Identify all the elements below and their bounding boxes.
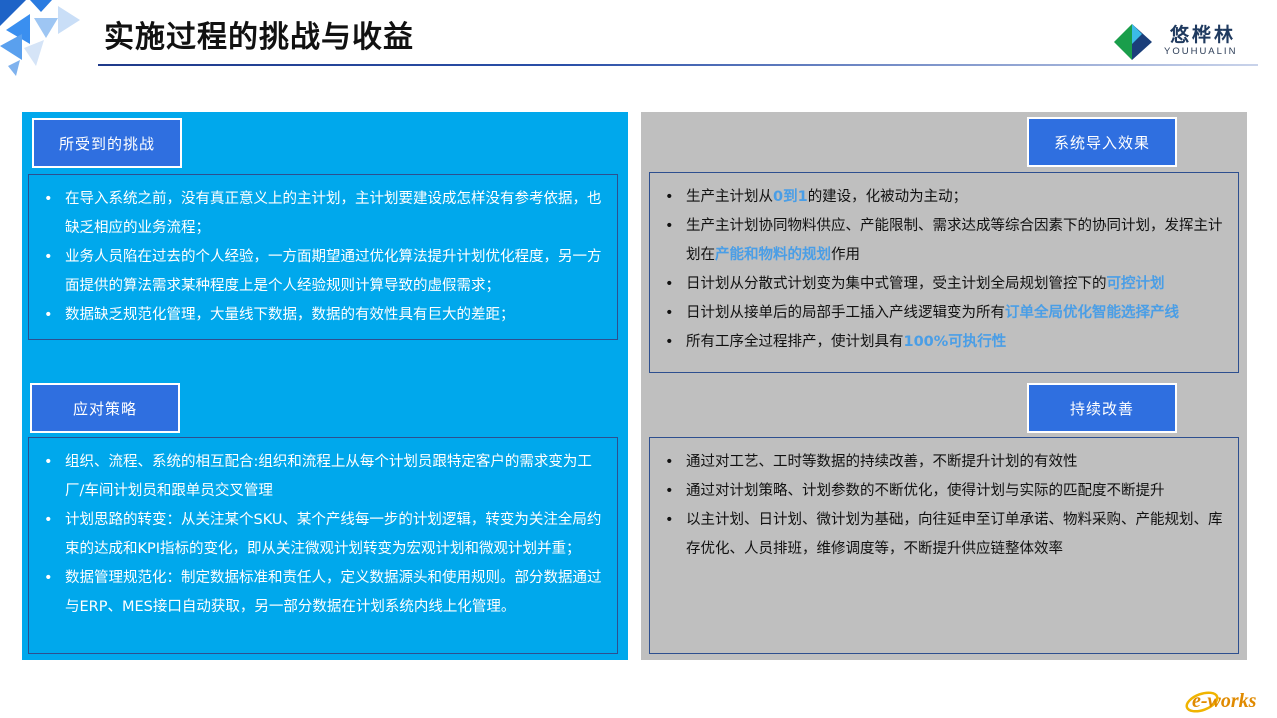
improvement-list: 通过对工艺、工时等数据的持续改善，不断提升计划的有效性 通过对计划策略、计划参数… bbox=[650, 438, 1238, 564]
list-item: 计划思路的转变：从关注某个SKU、某个产线每一步的计划逻辑，转变为关注全局约束的… bbox=[41, 506, 607, 564]
list-item: 生产主计划从0到1的建设，化被动为主动； bbox=[662, 183, 1228, 212]
eworks-logo: e-works bbox=[1185, 690, 1257, 713]
improvement-label: 持续改善 bbox=[1027, 383, 1177, 433]
strategy-list: 组织、流程、系统的相互配合:组织和流程上从每个计划员跟特定客户的需求变为工厂/车… bbox=[29, 438, 617, 622]
left-panel: 所受到的挑战 在导入系统之前，没有真正意义上的主计划，主计划要建设成怎样没有参考… bbox=[22, 112, 628, 660]
highlight-text: 0到1 bbox=[773, 189, 808, 205]
title-divider bbox=[98, 64, 1258, 66]
list-item: 组织、流程、系统的相互配合:组织和流程上从每个计划员跟特定客户的需求变为工厂/车… bbox=[41, 448, 607, 506]
company-logo: 悠桦林 YOUHUALIN bbox=[1112, 18, 1252, 62]
effects-list: 生产主计划从0到1的建设，化被动为主动； 生产主计划协同物料供应、产能限制、需求… bbox=[650, 173, 1238, 357]
effects-label: 系统导入效果 bbox=[1027, 117, 1177, 167]
list-item: 业务人员陷在过去的个人经验，一方面期望通过优化算法提升计划优化程度，另一方面提供… bbox=[41, 243, 607, 301]
list-item: 日计划从接单后的局部手工插入产线逻辑变为所有订单全局优化智能选择产线 bbox=[662, 299, 1228, 328]
highlight-text: 100%可执行性 bbox=[903, 334, 1007, 350]
list-item: 在导入系统之前，没有真正意义上的主计划，主计划要建设成怎样没有参考依据，也缺乏相… bbox=[41, 185, 607, 243]
page-title: 实施过程的挑战与收益 bbox=[104, 20, 414, 55]
strategy-label: 应对策略 bbox=[30, 383, 180, 433]
challenges-label: 所受到的挑战 bbox=[32, 118, 182, 168]
list-item: 通过对计划策略、计划参数的不断优化，使得计划与实际的匹配度不断提升 bbox=[662, 477, 1228, 506]
corner-decoration bbox=[0, 0, 80, 76]
highlight-text: 订单全局优化智能选择产线 bbox=[1005, 305, 1179, 321]
eworks-logo-text: e-works bbox=[1192, 690, 1257, 712]
list-item: 数据缺乏规范化管理，大量线下数据，数据的有效性具有巨大的差距； bbox=[41, 301, 607, 330]
improvement-box: 通过对工艺、工时等数据的持续改善，不断提升计划的有效性 通过对计划策略、计划参数… bbox=[649, 437, 1239, 654]
highlight-text: 产能和物料的规划 bbox=[715, 247, 831, 263]
logo-english-name: YOUHUALIN bbox=[1164, 46, 1238, 57]
list-item: 日计划从分散式计划变为集中式管理，受主计划全局规划管控下的可控计划 bbox=[662, 270, 1228, 299]
list-item: 生产主计划协同物料供应、产能限制、需求达成等综合因素下的协同计划，发挥主计划在产… bbox=[662, 212, 1228, 270]
list-item: 以主计划、日计划、微计划为基础，向往延申至订单承诺、物料采购、产能规划、库存优化… bbox=[662, 506, 1228, 564]
list-item: 所有工序全过程排产，使计划具有100%可执行性 bbox=[662, 328, 1228, 357]
challenges-box: 在导入系统之前，没有真正意义上的主计划，主计划要建设成怎样没有参考依据，也缺乏相… bbox=[28, 174, 618, 340]
list-item: 通过对工艺、工时等数据的持续改善，不断提升计划的有效性 bbox=[662, 448, 1228, 477]
right-panel: 系统导入效果 生产主计划从0到1的建设，化被动为主动； 生产主计划协同物料供应、… bbox=[641, 112, 1247, 660]
logo-mark-icon bbox=[1114, 24, 1152, 60]
list-item: 数据管理规范化：制定数据标准和责任人，定义数据源头和使用规则。部分数据通过与ER… bbox=[41, 564, 607, 622]
strategy-box: 组织、流程、系统的相互配合:组织和流程上从每个计划员跟特定客户的需求变为工厂/车… bbox=[28, 437, 618, 654]
effects-box: 生产主计划从0到1的建设，化被动为主动； 生产主计划协同物料供应、产能限制、需求… bbox=[649, 172, 1239, 373]
highlight-text: 可控计划 bbox=[1106, 276, 1165, 292]
challenges-list: 在导入系统之前，没有真正意义上的主计划，主计划要建设成怎样没有参考依据，也缺乏相… bbox=[29, 175, 617, 330]
logo-chinese-name: 悠桦林 bbox=[1170, 24, 1237, 46]
